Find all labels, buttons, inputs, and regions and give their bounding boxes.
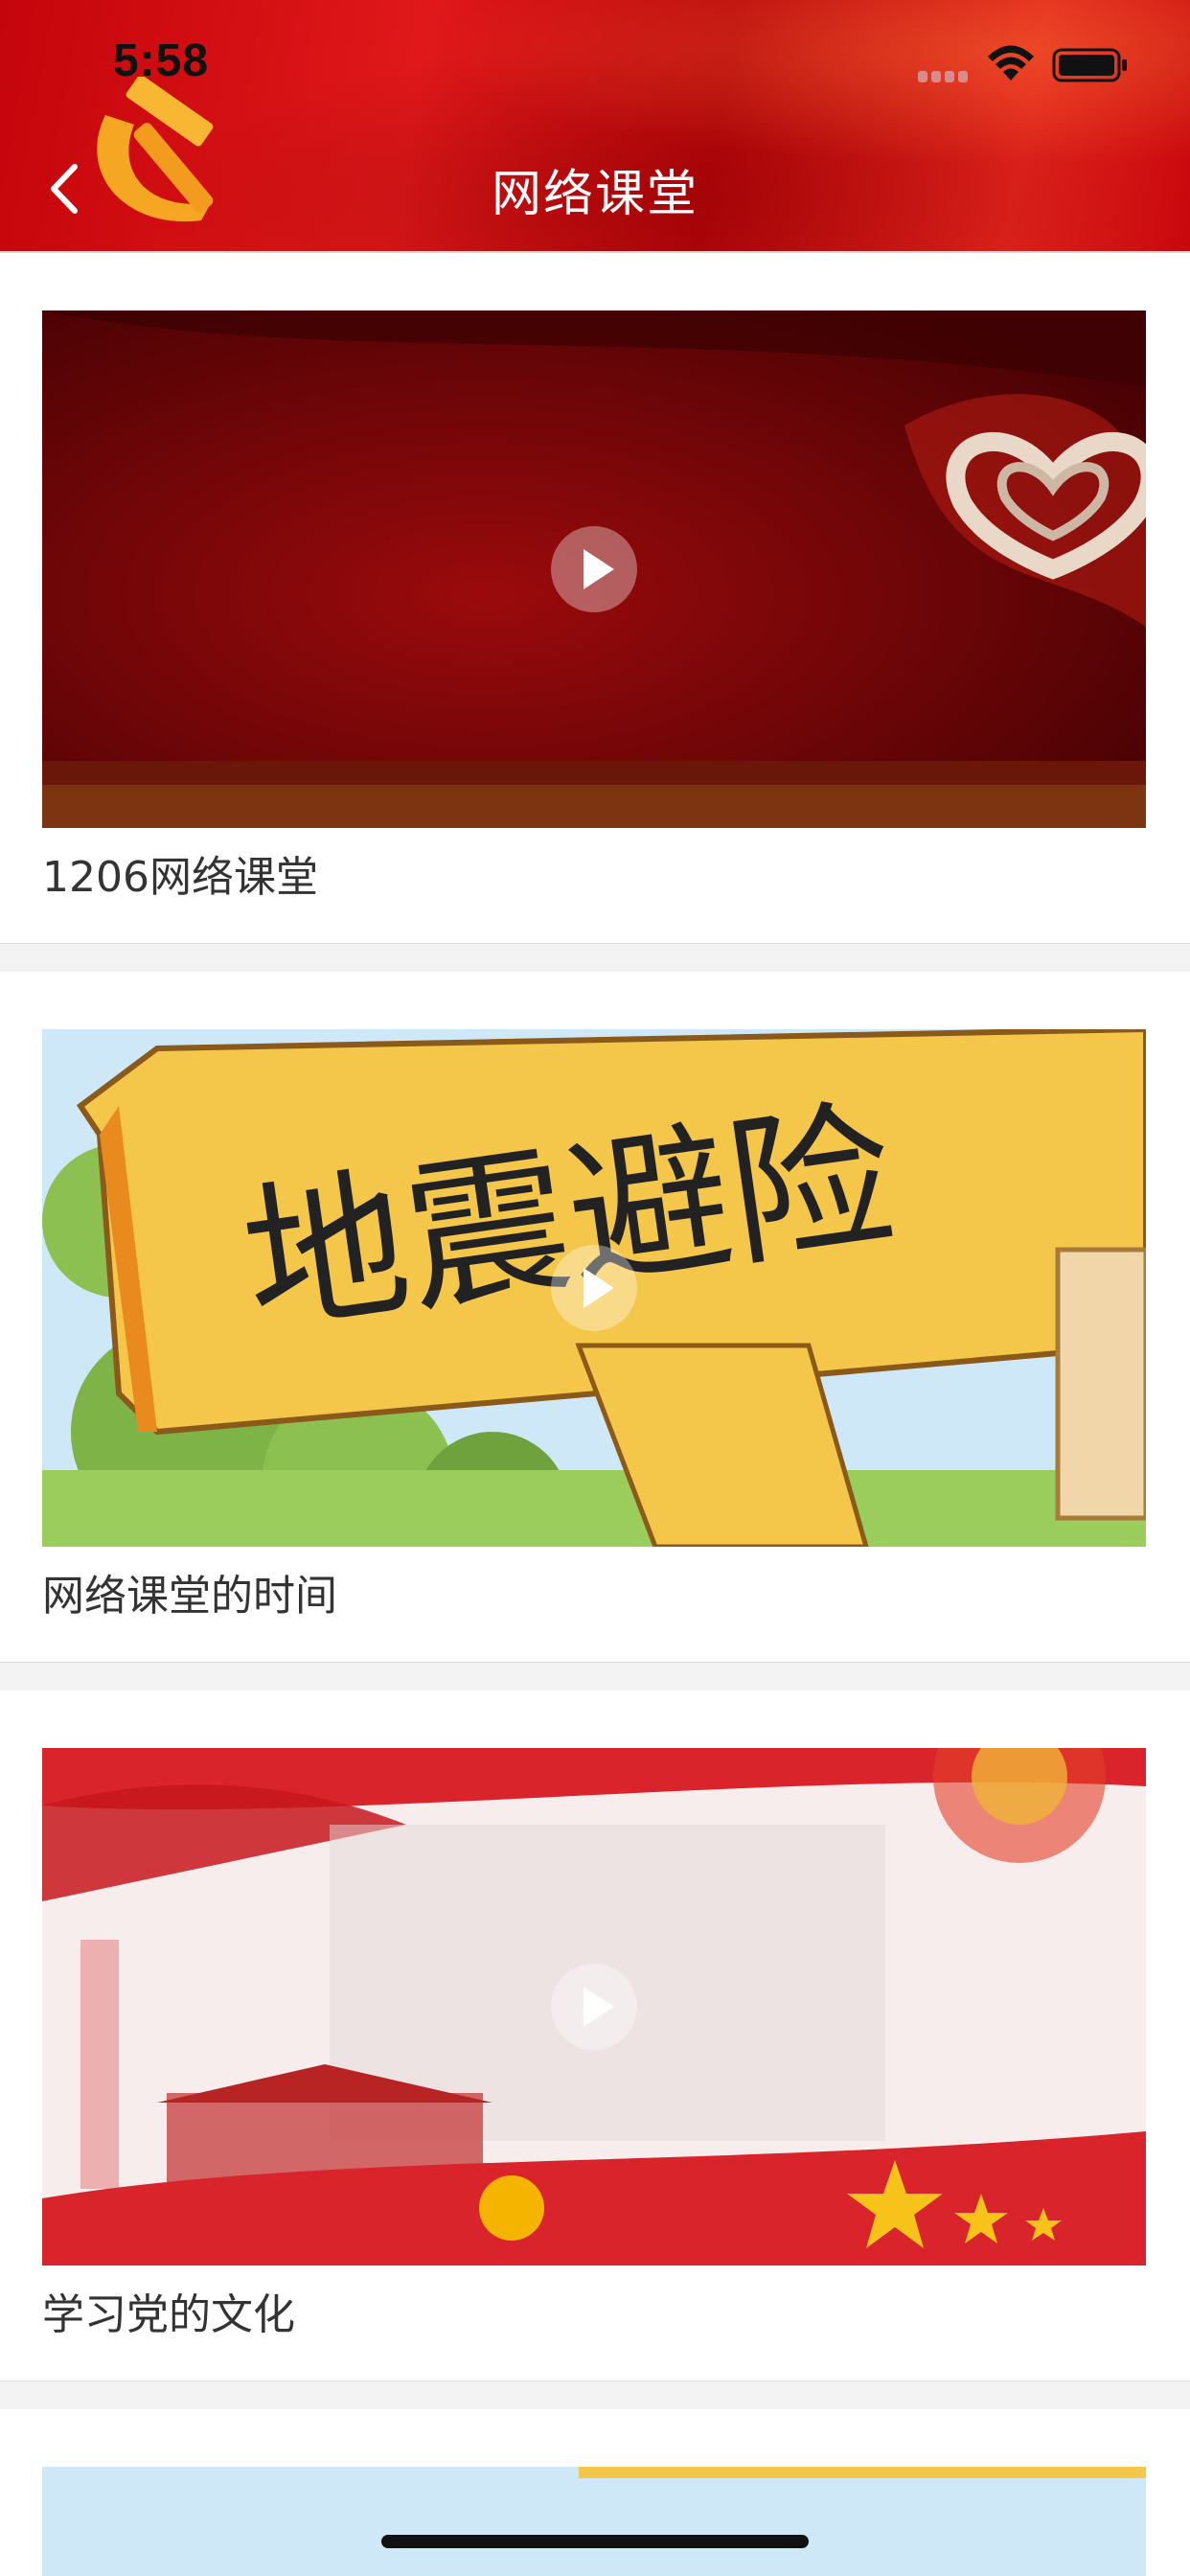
thumbnail-image	[42, 2467, 1146, 2576]
signal-icon	[918, 71, 968, 82]
video-title: 网络课堂的时间	[42, 1572, 337, 1621]
play-icon[interactable]	[551, 1245, 637, 1331]
home-indicator	[381, 2535, 809, 2548]
video-thumbnail[interactable]: 地震避险	[42, 1029, 1146, 1547]
nav-header: 5:58 网络课堂	[0, 0, 1190, 253]
video-card[interactable]: 地震避险 网络课堂的时间	[0, 972, 1190, 1662]
video-card[interactable]: 学习党的文化	[0, 1690, 1190, 2380]
divider	[0, 1662, 1190, 1692]
video-thumbnail[interactable]	[42, 310, 1146, 828]
battery-icon	[1052, 48, 1127, 82]
play-icon[interactable]	[551, 526, 637, 612]
video-title: 1206网络课堂	[42, 853, 318, 902]
wifi-icon	[988, 45, 1034, 80]
video-thumbnail[interactable]	[42, 2467, 1146, 2576]
divider	[0, 943, 1190, 974]
divider	[0, 2380, 1190, 2411]
video-title: 学习党的文化	[42, 2290, 295, 2339]
status-time: 5:58	[113, 35, 210, 86]
video-thumbnail[interactable]	[42, 1748, 1146, 2266]
play-icon[interactable]	[551, 1964, 637, 2050]
page-title: 网络课堂	[491, 166, 698, 223]
video-card[interactable]: 1206网络课堂	[0, 253, 1190, 943]
video-card[interactable]	[0, 2409, 1190, 2576]
